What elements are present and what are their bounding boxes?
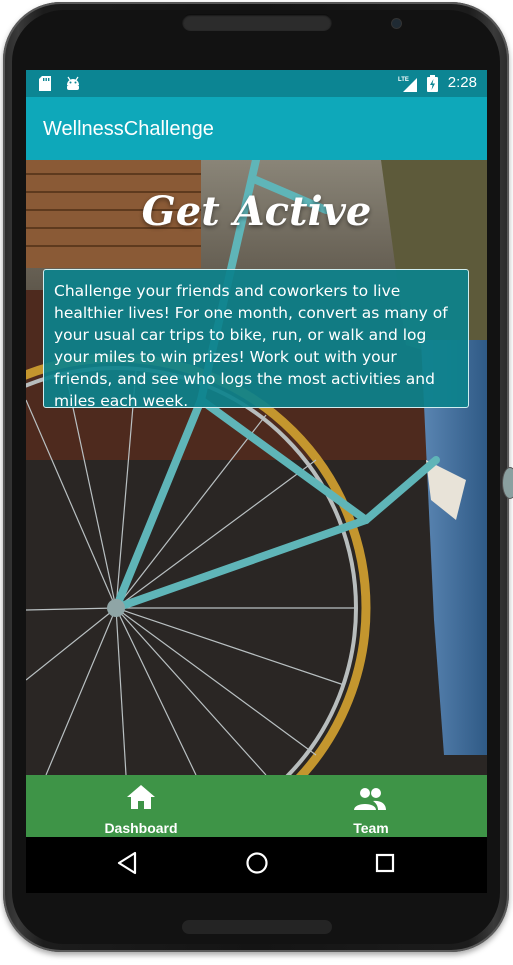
hero-section: Get Active Challenge your friends and co… [26, 160, 487, 775]
android-icon [65, 76, 81, 95]
lte-signal-icon: LTE [398, 75, 418, 96]
nav-label-team: Team [353, 820, 389, 836]
group-icon [353, 787, 387, 815]
system-navigation-bar [26, 837, 487, 893]
status-bar: LTE 2:28 [26, 70, 487, 97]
nav-item-dashboard[interactable]: Dashboard [26, 775, 256, 837]
nav-label-dashboard: Dashboard [104, 820, 178, 836]
bottom-navigation: Dashboard Team [26, 775, 487, 837]
home-icon [126, 784, 156, 814]
bottom-speaker [182, 920, 332, 934]
description-text: Challenge your friends and coworkers to … [54, 282, 448, 410]
hero-heading: Get Active [141, 188, 372, 235]
earpiece-speaker [182, 14, 332, 31]
front-camera [392, 19, 401, 28]
nav-item-team[interactable]: Team [256, 775, 486, 837]
back-icon[interactable] [116, 851, 138, 879]
power-button[interactable] [502, 467, 513, 499]
sd-card-icon [39, 76, 51, 95]
status-time: 2:28 [447, 74, 477, 91]
svg-text:LTE: LTE [398, 77, 409, 83]
battery-charging-icon [427, 75, 438, 96]
recents-icon[interactable] [375, 853, 395, 877]
device-screen: LTE 2:28 WellnessChallenge Get Active Ch… [26, 70, 487, 893]
app-title: WellnessChallenge [43, 118, 214, 140]
home-icon[interactable] [245, 851, 269, 879]
description-box: Challenge your friends and coworkers to … [43, 269, 469, 410]
hero-background-image [26, 160, 487, 775]
app-bar: WellnessChallenge [26, 97, 487, 160]
